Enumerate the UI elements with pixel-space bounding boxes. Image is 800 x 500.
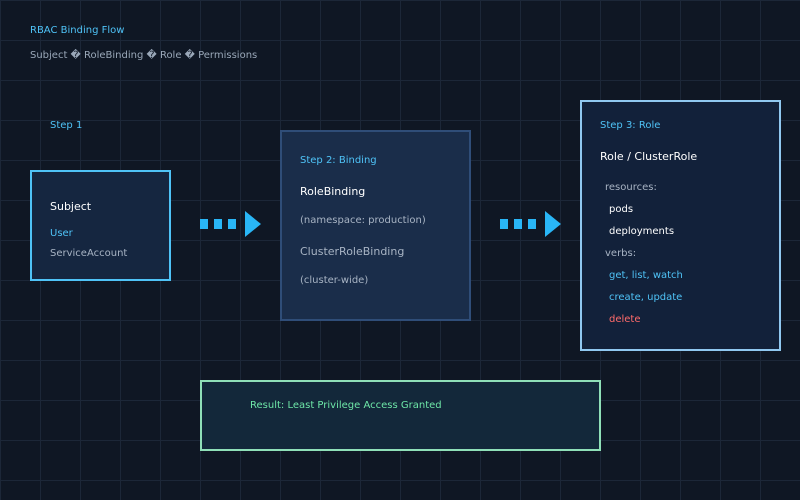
result-text: Result: Least Privilege Access Granted bbox=[250, 400, 442, 411]
subject-box bbox=[30, 170, 171, 281]
verb-item-read: get, list, watch bbox=[609, 270, 683, 281]
result-box bbox=[200, 380, 601, 451]
rolebinding-label: RoleBinding bbox=[300, 185, 366, 198]
step2-label: Step 2: Binding bbox=[300, 155, 377, 166]
step3-label: Step 3: Role bbox=[600, 120, 661, 131]
rolebinding-scope: (namespace: production) bbox=[300, 215, 426, 226]
diagram-title: RBAC Binding Flow bbox=[30, 25, 125, 36]
resource-item: pods bbox=[609, 204, 634, 215]
step1-label: Step 1 bbox=[50, 120, 83, 131]
clusterrolebinding-label: ClusterRoleBinding bbox=[300, 245, 405, 258]
verbs-label: verbs: bbox=[605, 248, 637, 259]
subject-kind-serviceaccount: ServiceAccount bbox=[50, 248, 128, 259]
subject-title: Subject bbox=[50, 200, 92, 213]
diagram-subtitle: Subject � RoleBinding � Role � Permissio… bbox=[30, 50, 258, 61]
resource-item: deployments bbox=[609, 226, 675, 237]
verb-item-write: create, update bbox=[609, 292, 683, 303]
clusterrolebinding-scope: (cluster-wide) bbox=[300, 275, 369, 286]
subject-kind-user: User bbox=[50, 228, 73, 239]
role-title: Role / ClusterRole bbox=[600, 150, 698, 163]
resources-label: resources: bbox=[605, 182, 657, 193]
verb-item-delete: delete bbox=[609, 314, 641, 325]
